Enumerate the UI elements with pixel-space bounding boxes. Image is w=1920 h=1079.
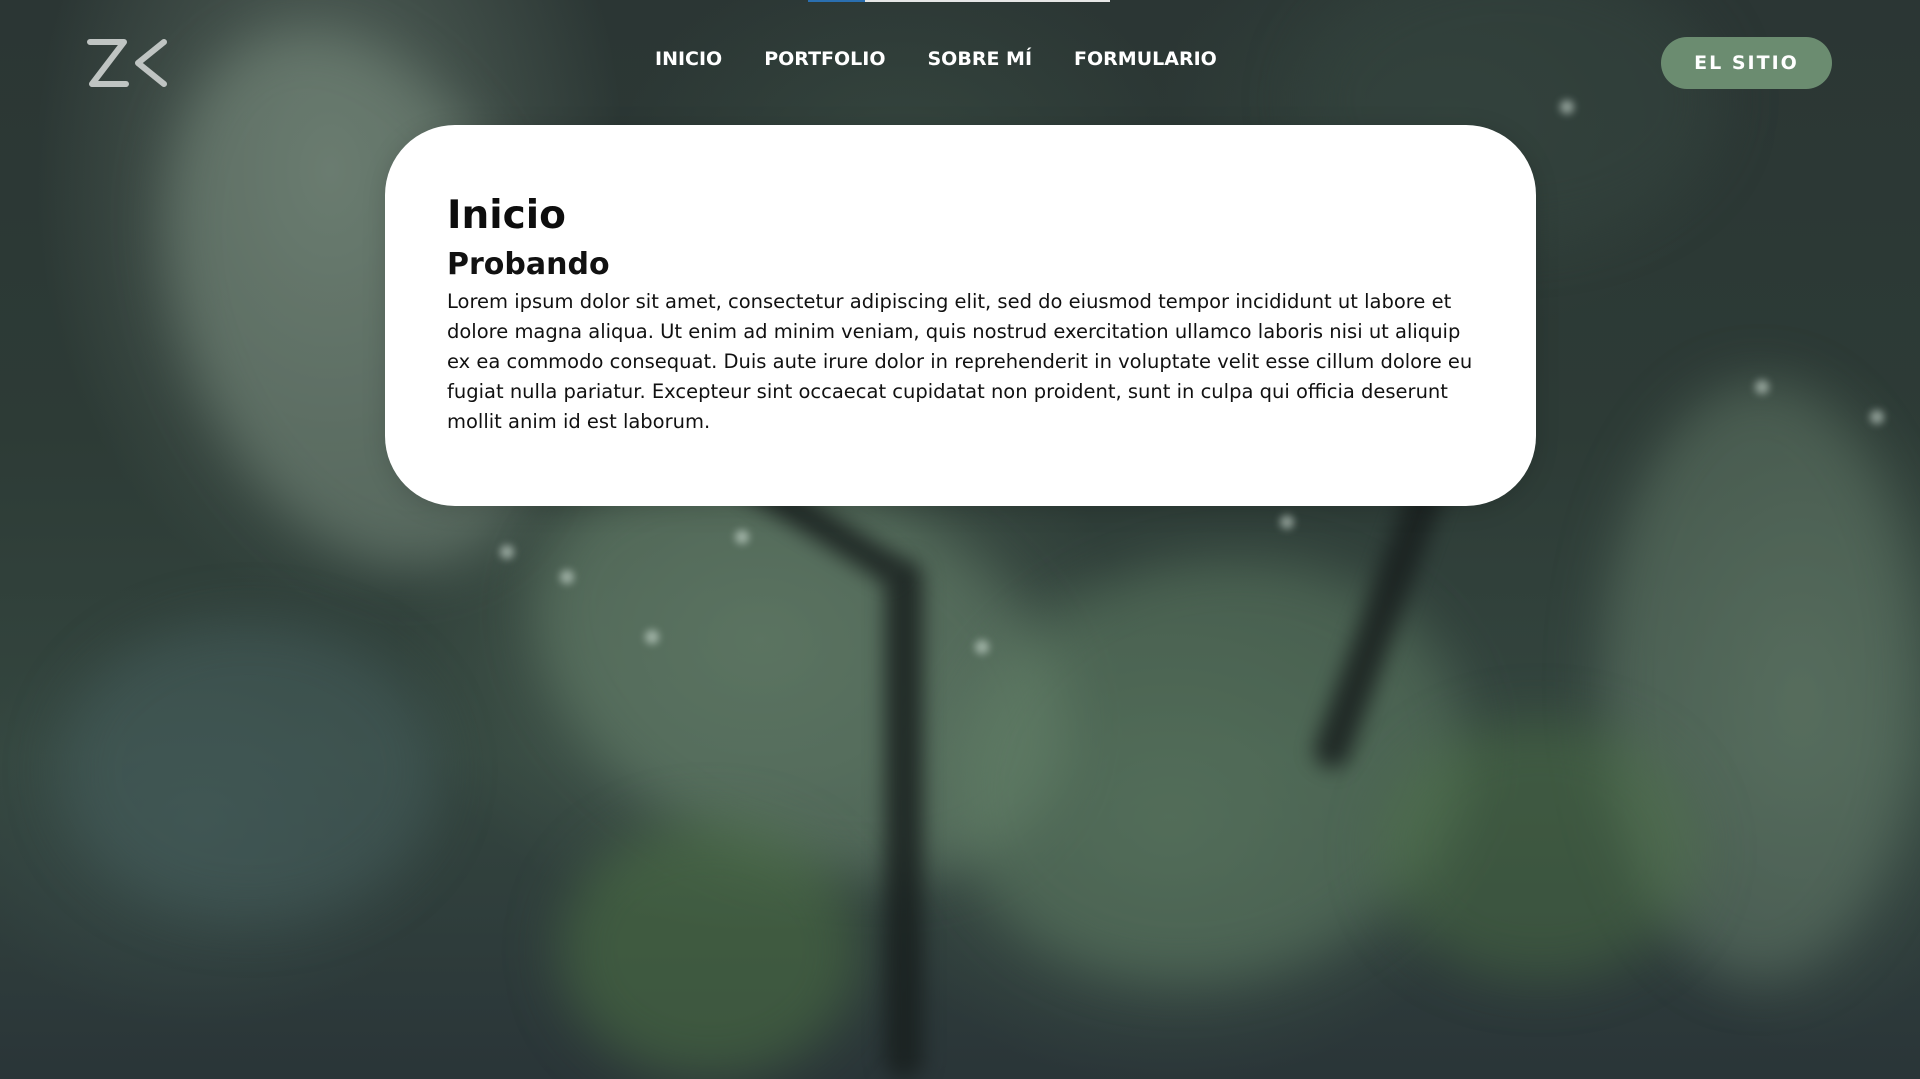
nav-item-inicio[interactable]: INICIO bbox=[655, 48, 722, 70]
nav-item-portfolio[interactable]: PORTFOLIO bbox=[764, 48, 885, 70]
nav-item-formulario[interactable]: FORMULARIO bbox=[1074, 48, 1217, 70]
section-subtitle: Probando bbox=[447, 246, 610, 282]
zk-logo-icon[interactable] bbox=[86, 38, 168, 90]
water-drop bbox=[1870, 410, 1884, 424]
main-nav: INICIO PORTFOLIO SOBRE MÍ FORMULARIO bbox=[655, 48, 1217, 70]
leaf-shape bbox=[1380, 720, 1700, 980]
water-drop bbox=[1755, 380, 1769, 394]
leaf-shape bbox=[560, 820, 860, 1079]
water-drop bbox=[560, 570, 574, 584]
water-drop bbox=[975, 640, 989, 654]
stem-shape bbox=[885, 560, 923, 1079]
water-drop bbox=[735, 530, 749, 544]
content-card: Inicio Probando Lorem ipsum dolor sit am… bbox=[385, 125, 1536, 506]
body-text: Lorem ipsum dolor sit amet, consectetur … bbox=[447, 289, 1473, 433]
nav-item-sobre-mi[interactable]: SOBRE MÍ bbox=[928, 48, 1033, 70]
water-drop bbox=[1280, 515, 1294, 529]
el-sitio-button[interactable]: EL SITIO bbox=[1661, 37, 1832, 89]
water-drop bbox=[500, 545, 514, 559]
leaf-shape bbox=[60, 620, 440, 920]
page-title: Inicio bbox=[447, 193, 566, 238]
water-drop bbox=[645, 630, 659, 644]
site-header: INICIO PORTFOLIO SOBRE MÍ FORMULARIO EL … bbox=[0, 0, 1920, 125]
